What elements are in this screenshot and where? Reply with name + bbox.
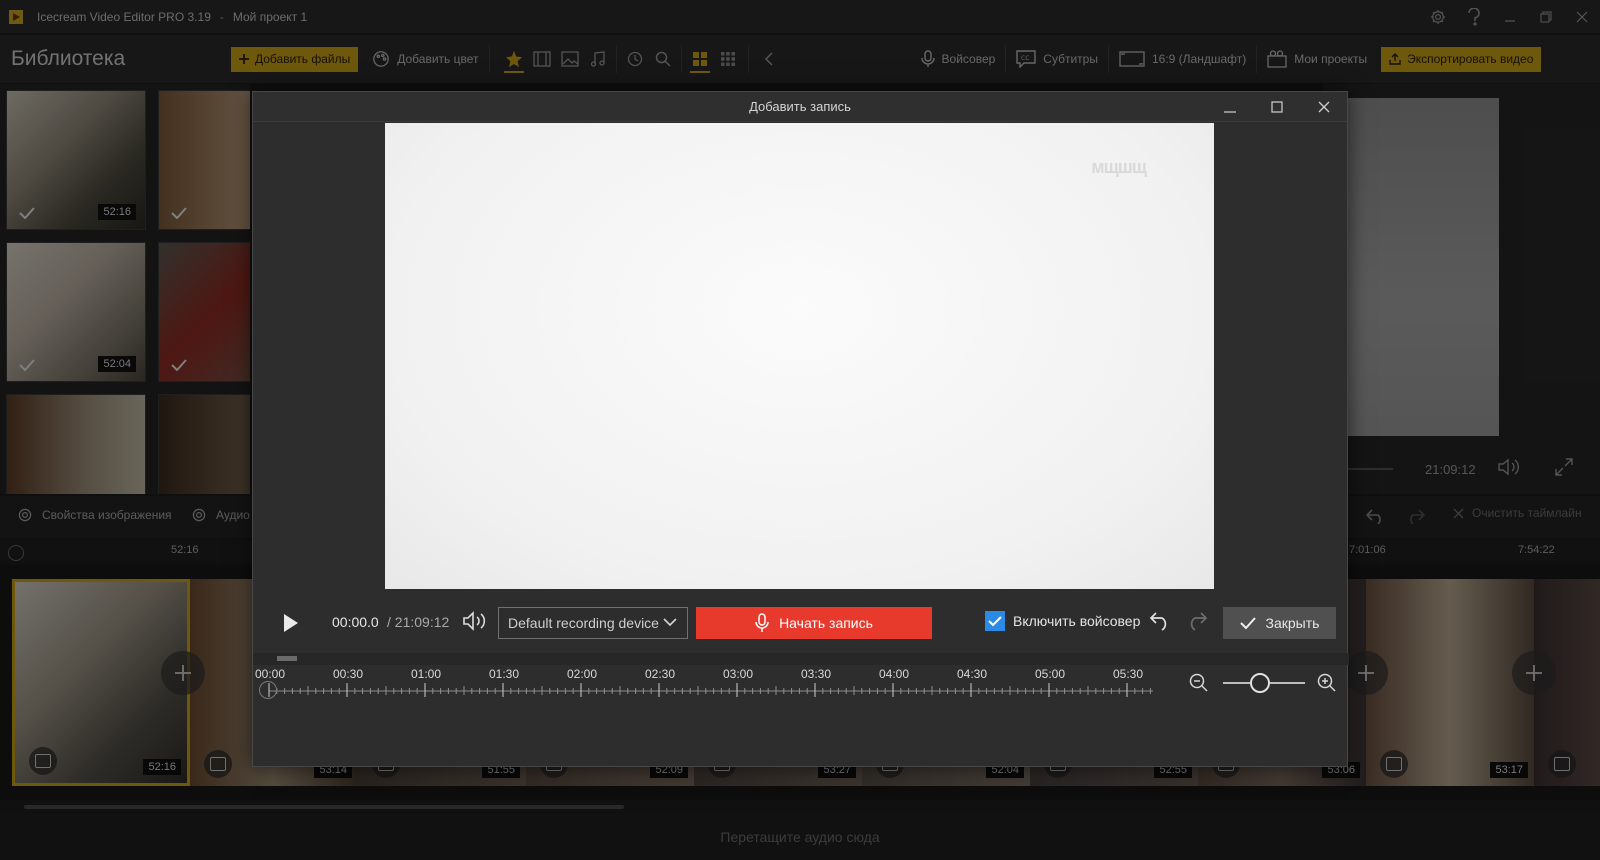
dialog-maximize-icon[interactable] <box>1253 92 1300 122</box>
recording-controls: 00:00.0 / 21:09:12 Default recording dev… <box>253 605 1349 639</box>
undo-icon <box>1149 612 1167 631</box>
undo-button[interactable] <box>1149 611 1171 631</box>
close-dialog-label: Закрыть <box>1265 615 1320 631</box>
ruler-time-label: 04:00 <box>879 667 910 681</box>
video-watermark: мщшщ <box>1091 157 1147 177</box>
dialog-timeline-scrollbar[interactable] <box>253 653 1349 665</box>
volume-button[interactable] <box>463 611 487 631</box>
dialog-title: Добавить запись <box>749 99 851 114</box>
recording-device-select[interactable]: Default recording device <box>498 607 688 639</box>
microphone-icon <box>755 613 769 632</box>
dialog-timeline-ruler[interactable]: 00:00 00:30 01:00 01:30 02:00 02:30 03:00 03:30… <box>253 665 1173 705</box>
recording-device-value: Default recording device <box>508 615 659 631</box>
dialog-close-icon[interactable] <box>1300 92 1347 122</box>
video-frame: мщшщ <box>385 123 1214 589</box>
add-recording-dialog: Добавить запись мщшщ 00:00.0 / 21:09:12 … <box>252 91 1349 767</box>
ruler-time-label: 02:30 <box>645 667 676 681</box>
start-recording-button[interactable]: Начать запись <box>696 607 932 639</box>
volume-icon <box>463 611 486 631</box>
checkmark-icon <box>1239 617 1256 629</box>
dialog-header: Добавить запись <box>253 92 1347 122</box>
dialog-minimize-icon[interactable] <box>1206 92 1253 122</box>
zoom-control <box>1189 669 1339 697</box>
ruler-time-label: 03:30 <box>801 667 832 681</box>
ruler-time-label: 05:00 <box>1035 667 1066 681</box>
play-button[interactable] <box>283 613 299 633</box>
ruler-time-label: 00:00 <box>255 667 286 681</box>
start-recording-label: Начать запись <box>779 615 873 631</box>
ruler-time-label: 01:00 <box>411 667 442 681</box>
enable-voiceover-label: Включить войсовер <box>1013 613 1141 629</box>
ruler-time-label: 00:30 <box>333 667 364 681</box>
scrollbar-thumb[interactable] <box>277 656 297 661</box>
redo-icon <box>1190 612 1208 631</box>
ruler-time-label: 04:30 <box>957 667 988 681</box>
zoom-in-icon[interactable] <box>1317 673 1337 693</box>
ruler-time-label: 03:00 <box>723 667 754 681</box>
zoom-out-icon[interactable] <box>1189 673 1209 693</box>
enable-voiceover-checkbox[interactable]: Включить войсовер <box>985 611 1140 631</box>
zoom-slider-knob[interactable] <box>1250 673 1270 693</box>
close-dialog-button[interactable]: Закрыть <box>1223 607 1336 639</box>
total-time: / 21:09:12 <box>387 614 450 630</box>
checkbox-checked-icon <box>985 611 1005 631</box>
redo-button[interactable] <box>1186 611 1208 631</box>
ruler-time-label: 02:00 <box>567 667 598 681</box>
ruler-time-label: 05:30 <box>1113 667 1144 681</box>
play-icon <box>284 614 298 632</box>
current-time: 00:00.0 <box>332 614 379 630</box>
dialog-playhead-handle[interactable] <box>259 681 277 699</box>
ruler-time-label: 01:30 <box>489 667 520 681</box>
chevron-down-icon <box>663 618 677 627</box>
